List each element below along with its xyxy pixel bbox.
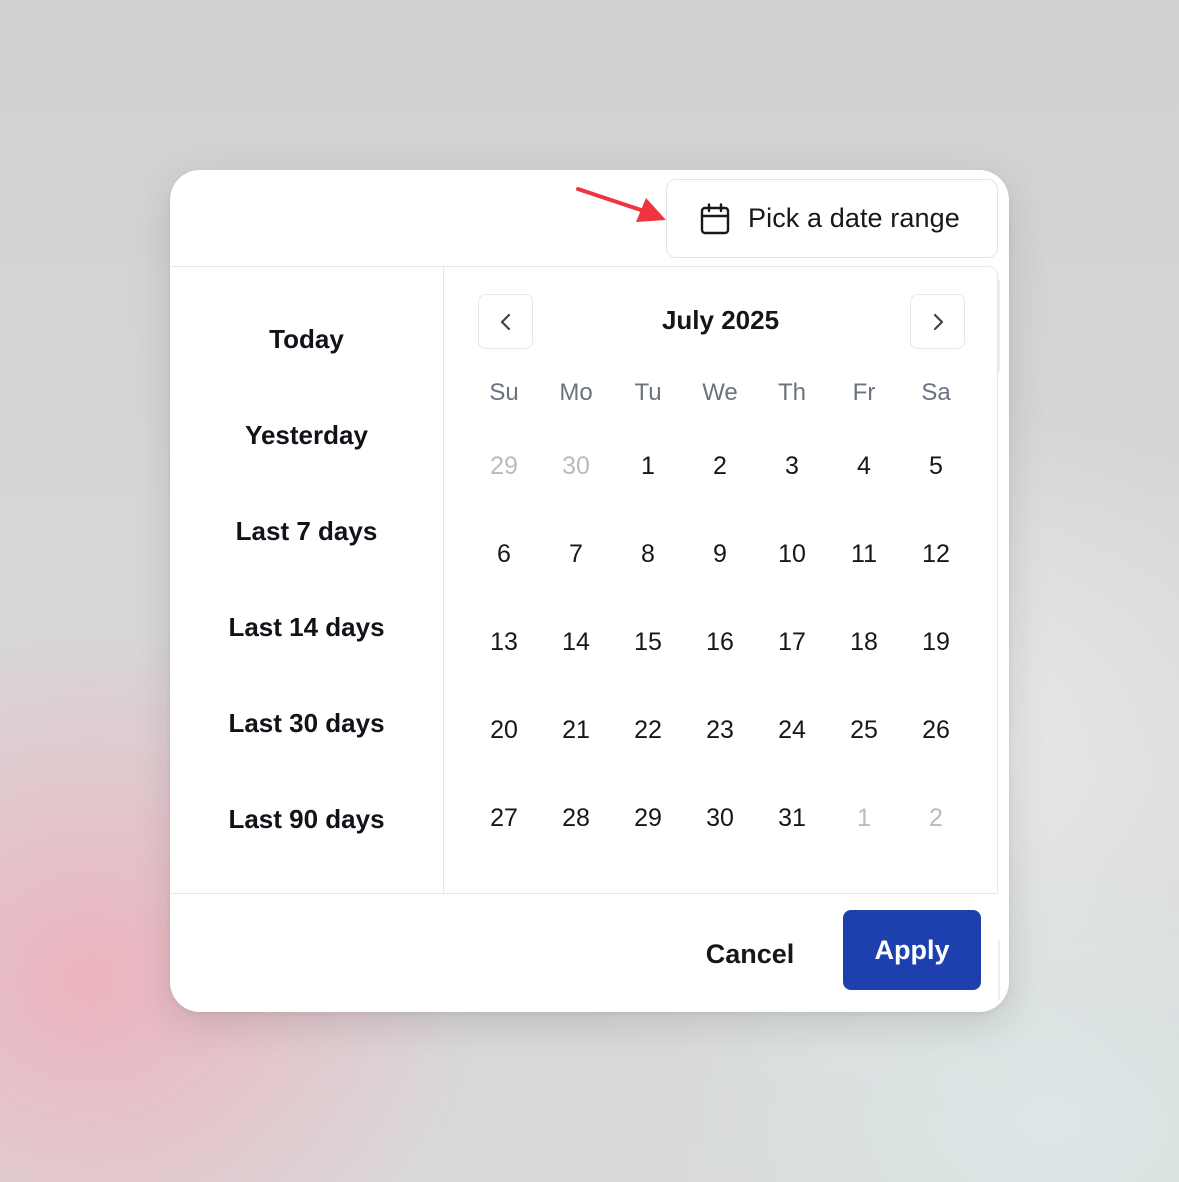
weekday-label: Fr [852,379,876,406]
day-cell[interactable]: 6 [468,540,540,569]
day-cell[interactable]: 17 [756,628,828,657]
day-cell[interactable]: 2 [684,452,756,481]
day-cell[interactable]: 3 [756,452,828,481]
day-cell[interactable]: 9 [684,540,756,569]
day-cell[interactable]: 11 [828,540,900,569]
calendar: July 2025 Su Mo Tu We Th Fr Sa 29 30 1 2 3 4 5 6 7 8 9 10 1… [444,267,997,893]
day-cell[interactable]: 23 [684,716,756,745]
preset-last-7-days[interactable]: Last 7 days [170,516,443,547]
day-cell[interactable]: 12 [900,540,972,569]
day-cell[interactable]: 24 [756,716,828,745]
divider [998,940,1000,1000]
day-cell[interactable]: 28 [540,804,612,833]
day-cell[interactable]: 14 [540,628,612,657]
day-cell[interactable]: 22 [612,716,684,745]
day-cell[interactable]: 29 [612,804,684,833]
day-cell[interactable]: 19 [900,628,972,657]
calendar-icon [700,202,730,234]
weekday-label: Tu [634,379,662,406]
weekday-label: Su [489,379,519,406]
day-cell-outside-month[interactable]: 2 [900,804,972,833]
date-picker-panel: Today Yesterday Last 7 days Last 14 days… [170,266,998,894]
day-cell[interactable]: 25 [828,716,900,745]
date-range-trigger-button[interactable]: Pick a date range [666,179,998,258]
weekday-label: Th [777,379,806,406]
day-cell[interactable]: 26 [900,716,972,745]
day-cell[interactable]: 20 [468,716,540,745]
day-cell-outside-month[interactable]: 1 [828,804,900,833]
preset-last-90-days[interactable]: Last 90 days [170,804,443,835]
day-cell[interactable]: 16 [684,628,756,657]
preset-last-14-days[interactable]: Last 14 days [170,612,443,643]
day-cell[interactable]: 30 [684,804,756,833]
preset-list: Today Yesterday Last 7 days Last 14 days… [170,267,444,893]
apply-button[interactable]: Apply [843,910,981,990]
day-cell[interactable]: 13 [468,628,540,657]
weekday-label: Mo [559,379,593,406]
day-cell[interactable]: 5 [900,452,972,481]
day-cell[interactable]: 31 [756,804,828,833]
day-cell[interactable]: 10 [756,540,828,569]
date-range-trigger-label: Pick a date range [748,203,960,233]
preset-today[interactable]: Today [170,324,443,355]
weekday-label: Sa [921,379,951,406]
weekday-label: We [702,379,738,406]
day-cell[interactable]: 15 [612,628,684,657]
day-cell-outside-month[interactable]: 29 [468,452,540,481]
popover-footer: Cancel Apply [170,894,998,1012]
preset-last-30-days[interactable]: Last 30 days [170,708,443,739]
day-cell[interactable]: 27 [468,804,540,833]
day-cell[interactable]: 1 [612,452,684,481]
next-month-button[interactable] [910,294,965,349]
day-cell-outside-month[interactable]: 30 [540,452,612,481]
cancel-button[interactable]: Cancel [680,932,820,976]
day-cell[interactable]: 7 [540,540,612,569]
annotation-arrow-icon [576,187,666,222]
day-cell[interactable]: 21 [540,716,612,745]
preset-yesterday[interactable]: Yesterday [170,420,443,451]
date-range-popover: Pick a date range Today Yesterday Last 7… [170,170,1009,1012]
divider [998,280,1000,372]
day-cell[interactable]: 4 [828,452,900,481]
day-cell[interactable]: 18 [828,628,900,657]
chevron-right-icon [933,313,943,330]
day-cell[interactable]: 8 [612,540,684,569]
